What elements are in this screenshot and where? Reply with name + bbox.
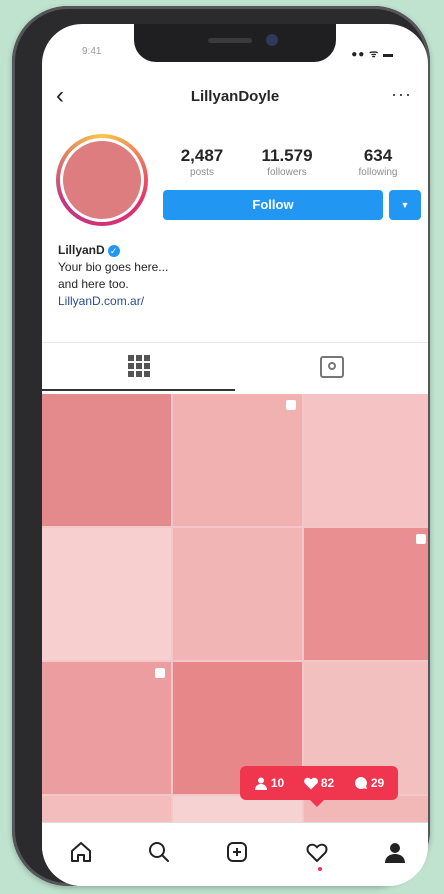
notif-comments-count: 29 [370, 776, 385, 790]
profile-link[interactable]: LillyanD.com.ar/ [58, 293, 168, 310]
post-thumbnail[interactable] [304, 394, 428, 526]
volume-down-button [16, 274, 26, 338]
profile-stats: 2,487 posts 11.579 followers 634 followi… [162, 146, 422, 186]
profile-bio: LillyanD ✓ Your bio goes here... and here… [58, 242, 168, 310]
notch [134, 24, 336, 62]
profile-header: ‹ LillyanDoyle ··· [42, 82, 428, 112]
bio-line-1: Your bio goes here... [58, 260, 169, 274]
bottom-navigation [42, 822, 428, 886]
post-grid [42, 394, 428, 828]
post-thumbnail[interactable] [173, 528, 302, 660]
follow-button[interactable]: Follow [163, 190, 383, 220]
multi-post-icon [155, 668, 165, 678]
stat-followers-label: followers [267, 167, 307, 178]
phone-frame: 9:41 ●● ᯤ ▬ ‹ LillyanDoyle ··· 2,487 pos… [12, 6, 430, 886]
stat-followers[interactable]: 11.579 followers [247, 146, 327, 178]
home-icon[interactable] [66, 837, 96, 867]
avatar-ring [60, 138, 144, 222]
stat-posts-value: 2,487 [180, 146, 224, 165]
notif-likes-count: 82 [320, 776, 335, 790]
activity-dot [318, 867, 322, 871]
search-icon[interactable] [144, 837, 174, 867]
profile-tabs [42, 342, 428, 391]
post-thumbnail[interactable] [42, 528, 171, 660]
more-options-icon[interactable]: ··· [391, 84, 412, 105]
grid-icon [127, 355, 150, 377]
heart-icon[interactable] [302, 837, 332, 867]
notif-likes: 82 [303, 776, 335, 790]
status-time: 9:41 [82, 46, 102, 57]
volume-up-button [16, 192, 26, 256]
stat-following-value: 634 [363, 146, 393, 165]
stat-followers-value: 11.579 [261, 146, 313, 165]
page-title: LillyanDoyle [190, 88, 280, 105]
heart-filled-icon [303, 777, 318, 789]
person-icon [254, 777, 267, 790]
stat-following-label: following [358, 167, 398, 178]
tab-grid[interactable] [42, 343, 235, 391]
post-thumbnail[interactable] [42, 662, 171, 794]
post-thumbnail[interactable] [173, 394, 302, 526]
avatar[interactable] [56, 134, 148, 226]
avatar-photo [63, 141, 141, 219]
status-signal: ●● ᯤ ▬ [351, 49, 394, 60]
notif-followers: 10 [254, 776, 284, 790]
stat-following[interactable]: 634 following [338, 146, 418, 178]
profile-icon[interactable] [380, 837, 410, 867]
multi-post-icon [286, 400, 296, 410]
mute-switch [16, 128, 26, 164]
verified-badge-icon: ✓ [107, 244, 120, 257]
comment-icon [354, 777, 367, 789]
screen: 9:41 ●● ᯤ ▬ ‹ LillyanDoyle ··· 2,487 pos… [42, 24, 428, 886]
display-name: LillyanD [58, 243, 105, 257]
activity-notification[interactable]: 10 82 29 [240, 766, 398, 807]
suggestions-dropdown-button[interactable]: ▼ [389, 190, 421, 220]
stat-posts[interactable]: 2,487 posts [162, 146, 242, 178]
add-post-icon[interactable] [222, 837, 252, 867]
bio-line-2: and here too. [58, 277, 129, 291]
tagged-icon [319, 356, 344, 378]
multi-post-icon [416, 534, 426, 544]
speaker [208, 38, 252, 43]
camera [266, 34, 278, 46]
stat-posts-label: posts [190, 167, 214, 178]
notif-comments: 29 [354, 776, 384, 790]
tab-tagged[interactable] [235, 343, 428, 391]
post-thumbnail[interactable] [304, 528, 428, 660]
post-thumbnail[interactable] [42, 394, 171, 526]
notif-followers-count: 10 [270, 776, 285, 790]
